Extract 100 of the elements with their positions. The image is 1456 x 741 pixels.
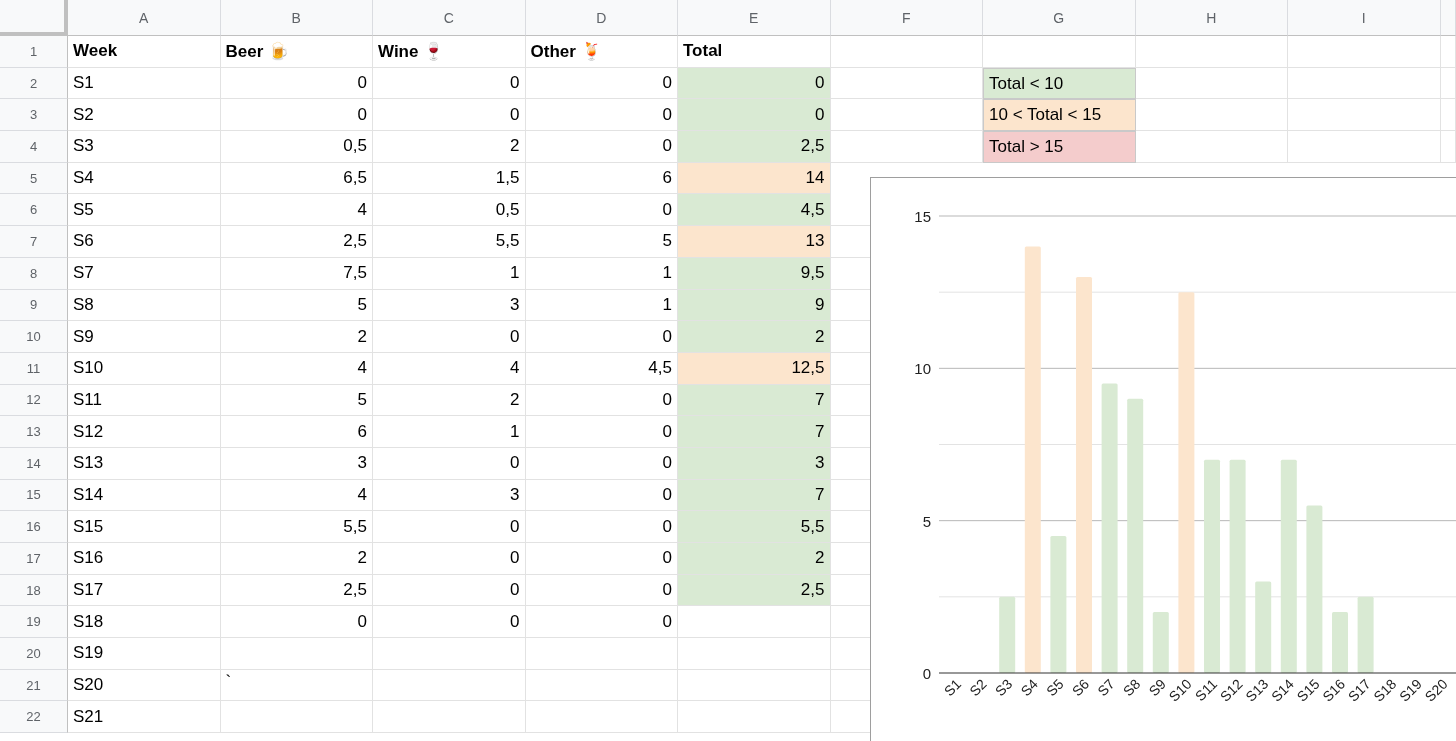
empty-cell[interactable]	[983, 36, 1136, 68]
empty-cell[interactable]	[525, 638, 678, 670]
legend-cell[interactable]: 10 < Total < 15	[983, 99, 1136, 132]
number-cell[interactable]: 4	[220, 194, 373, 227]
sum-cell[interactable]: 4,5	[678, 194, 831, 227]
row-number[interactable]: 9	[0, 289, 68, 322]
header-cell[interactable]: Beer 🍺	[220, 36, 373, 68]
sum-cell[interactable]: 3	[678, 447, 831, 480]
number-cell[interactable]: 7,5	[220, 257, 373, 290]
row-number[interactable]: 4	[0, 131, 68, 163]
label-cell[interactable]: S13	[68, 447, 221, 480]
column-header[interactable]: H	[1135, 0, 1288, 36]
sum-cell[interactable]: 2,5	[678, 574, 831, 607]
number-cell[interactable]: 4	[220, 479, 373, 512]
sum-cell[interactable]: 7	[678, 384, 831, 417]
number-cell[interactable]: 5	[220, 289, 373, 322]
row-number[interactable]: 7	[0, 226, 68, 258]
empty-cell[interactable]	[220, 701, 373, 734]
sum-cell[interactable]: 12,5	[678, 352, 831, 385]
empty-cell[interactable]	[1440, 131, 1456, 163]
column-header[interactable]: E	[678, 0, 831, 36]
sum-cell[interactable]: 0	[678, 99, 831, 132]
empty-cell[interactable]	[1440, 67, 1456, 100]
column-header[interactable]: B	[220, 0, 373, 36]
sum-cell[interactable]: 13	[678, 226, 831, 258]
empty-cell[interactable]	[1288, 36, 1441, 68]
row-number[interactable]: 16	[0, 511, 68, 543]
number-cell[interactable]: 0	[220, 67, 373, 100]
label-cell[interactable]: S10	[68, 352, 221, 385]
column-header[interactable]: A	[68, 0, 221, 36]
number-cell[interactable]: 6,5	[220, 162, 373, 195]
number-cell[interactable]: 3	[373, 289, 526, 322]
header-cell[interactable]: Wine 🍷	[373, 36, 526, 68]
empty-cell[interactable]	[678, 606, 831, 639]
label-cell[interactable]: S3	[68, 131, 221, 163]
number-cell[interactable]: 0,5	[220, 131, 373, 163]
label-cell[interactable]: S15	[68, 511, 221, 543]
number-cell[interactable]: 0	[220, 606, 373, 639]
empty-cell[interactable]	[1288, 99, 1441, 132]
empty-cell[interactable]	[678, 638, 831, 670]
label-cell[interactable]: S1	[68, 67, 221, 100]
legend-cell[interactable]: Total < 10	[983, 67, 1136, 100]
row-number[interactable]: 3	[0, 99, 68, 132]
row-number[interactable]: 17	[0, 543, 68, 575]
number-cell[interactable]: 4	[373, 352, 526, 385]
number-cell[interactable]: 4	[220, 352, 373, 385]
number-cell[interactable]: 0	[373, 574, 526, 607]
number-cell[interactable]: 5,5	[373, 226, 526, 258]
number-cell[interactable]: 0,5	[373, 194, 526, 227]
column-header[interactable]: G	[983, 0, 1136, 36]
sum-cell[interactable]: 5,5	[678, 511, 831, 543]
number-cell[interactable]: 6	[220, 416, 373, 448]
select-all-corner[interactable]	[0, 0, 68, 36]
column-header[interactable]: F	[830, 0, 983, 36]
number-cell[interactable]: 2,5	[220, 226, 373, 258]
number-cell[interactable]: 2	[220, 543, 373, 575]
sum-cell[interactable]: 7	[678, 479, 831, 512]
sum-cell[interactable]: 7	[678, 416, 831, 448]
sum-cell[interactable]: 9,5	[678, 257, 831, 290]
empty-cell[interactable]	[1135, 36, 1288, 68]
row-number[interactable]: 20	[0, 638, 68, 670]
text-cell[interactable]: `	[220, 669, 373, 702]
empty-cell[interactable]	[1440, 99, 1456, 132]
number-cell[interactable]: 2,5	[220, 574, 373, 607]
number-cell[interactable]: 1	[373, 416, 526, 448]
number-cell[interactable]: 5,5	[220, 511, 373, 543]
header-cell[interactable]: Other 🍹	[525, 36, 678, 68]
legend-cell[interactable]: Total > 15	[983, 131, 1136, 163]
label-cell[interactable]: S21	[68, 701, 221, 734]
header-cell[interactable]: Week	[68, 36, 221, 68]
number-cell[interactable]: 5	[220, 384, 373, 417]
row-number[interactable]: 12	[0, 384, 68, 417]
number-cell[interactable]: 0	[373, 606, 526, 639]
row-number[interactable]: 19	[0, 606, 68, 639]
row-number[interactable]: 5	[0, 162, 68, 195]
row-number[interactable]: 11	[0, 352, 68, 385]
empty-cell[interactable]	[373, 638, 526, 670]
row-number[interactable]: 14	[0, 447, 68, 480]
header-cell[interactable]: Total	[678, 36, 831, 68]
column-header[interactable]: D	[525, 0, 678, 36]
label-cell[interactable]: S5	[68, 194, 221, 227]
row-number[interactable]: 2	[0, 67, 68, 100]
row-number[interactable]: 15	[0, 479, 68, 512]
empty-cell[interactable]	[1288, 131, 1441, 163]
label-cell[interactable]: S7	[68, 257, 221, 290]
number-cell[interactable]: 0	[373, 321, 526, 353]
row-number[interactable]: 18	[0, 574, 68, 607]
number-cell[interactable]: 3	[373, 479, 526, 512]
number-cell[interactable]: 2	[373, 131, 526, 163]
number-cell[interactable]: 0	[373, 543, 526, 575]
label-cell[interactable]: S8	[68, 289, 221, 322]
row-number[interactable]: 6	[0, 194, 68, 227]
row-number[interactable]: 22	[0, 701, 68, 734]
label-cell[interactable]: S12	[68, 416, 221, 448]
sum-cell[interactable]: 9	[678, 289, 831, 322]
empty-cell[interactable]	[678, 701, 831, 734]
number-cell[interactable]: 1,5	[373, 162, 526, 195]
column-header[interactable]: I	[1288, 0, 1441, 36]
number-cell[interactable]: 0	[373, 447, 526, 480]
number-cell[interactable]: 0	[373, 511, 526, 543]
